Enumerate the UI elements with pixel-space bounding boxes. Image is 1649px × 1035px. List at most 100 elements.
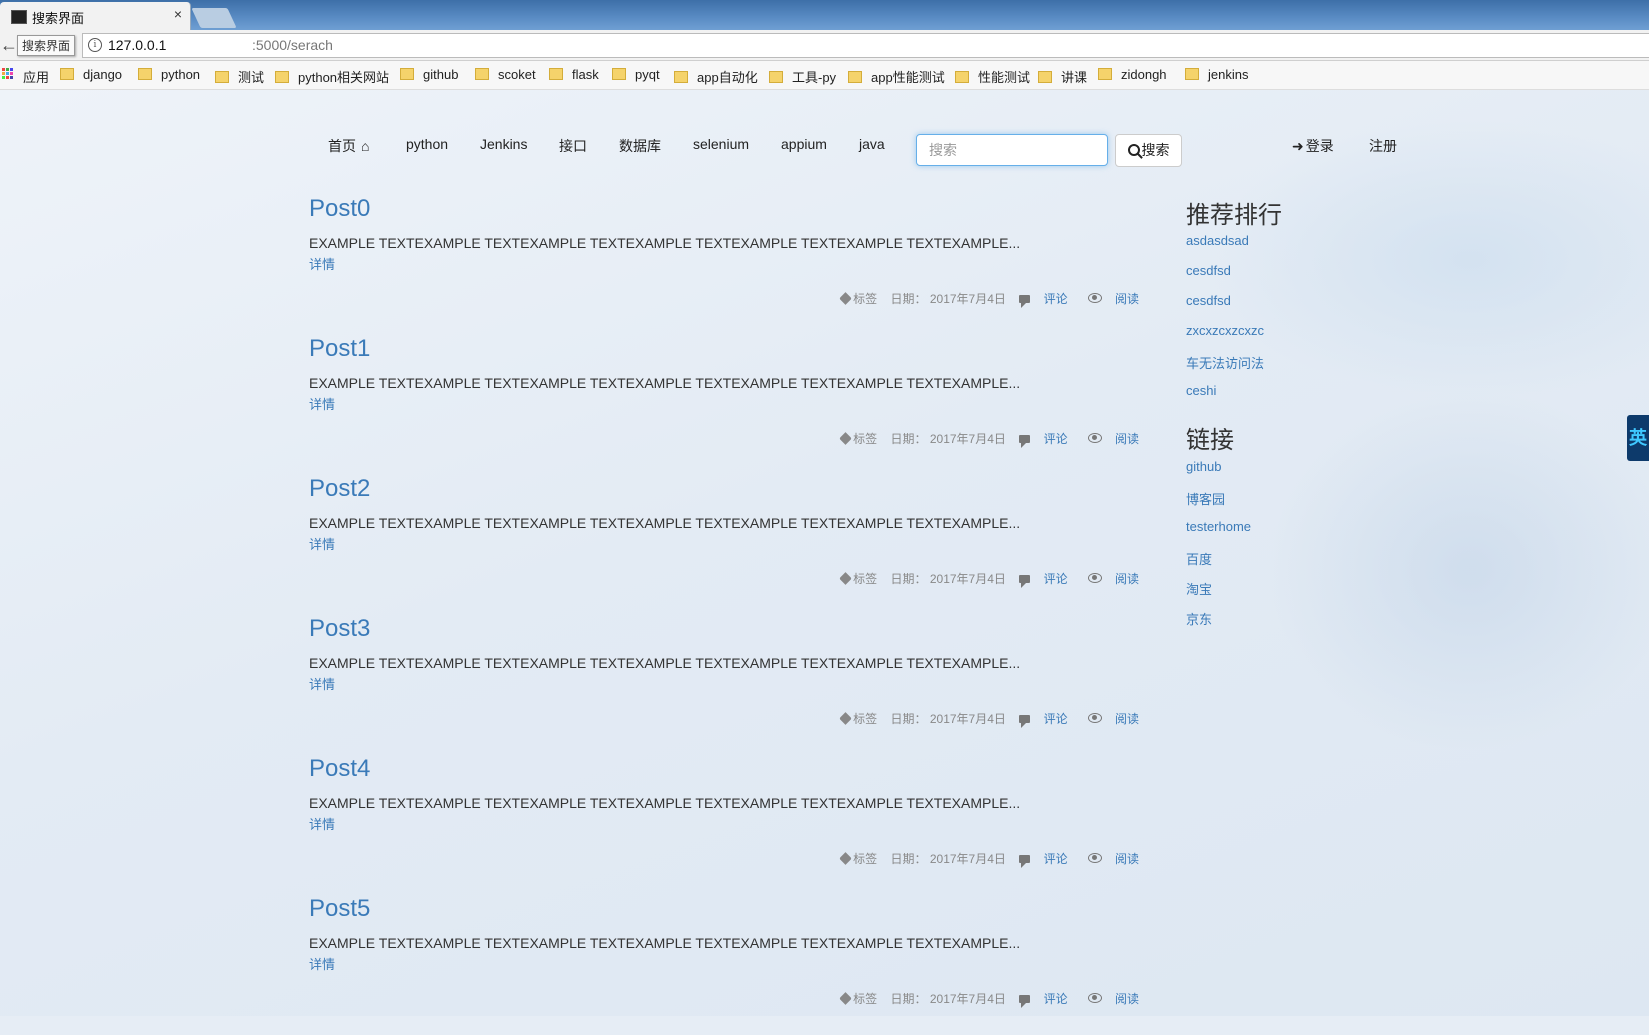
friend-link[interactable]: 京东 (1186, 609, 1212, 628)
post-read-link[interactable]: 阅读 (1115, 430, 1139, 447)
tag-icon (839, 292, 853, 305)
post-tag: 标签 (853, 292, 878, 306)
post-read-link[interactable]: 阅读 (1115, 850, 1139, 867)
bookmark-pyqt[interactable]: pyqt (612, 67, 660, 82)
post-comment-link[interactable]: 评论 (1044, 430, 1068, 447)
apps-grid-icon[interactable] (2, 68, 14, 80)
bookmark-zidongh[interactable]: zidongh (1098, 67, 1167, 82)
post-meta: 标签 日期： 2017年7月4日 评论 阅读 (839, 850, 1139, 868)
ime-language-indicator[interactable]: 英 (1627, 415, 1649, 461)
post-comment-link[interactable]: 评论 (1044, 570, 1068, 587)
eye-icon (1087, 293, 1102, 303)
friend-link[interactable]: testerhome (1186, 519, 1251, 534)
post-meta: 标签 日期： 2017年7月4日 评论 阅读 (839, 430, 1139, 448)
bookmarks-bar: 应用 django python 测试 python相关网站 github sc… (0, 61, 1649, 90)
post-comment-link[interactable]: 评论 (1044, 710, 1068, 727)
new-tab-button[interactable] (191, 8, 237, 28)
tag-icon (839, 572, 853, 585)
tab-close-icon[interactable]: × (174, 6, 182, 22)
bookmark-test[interactable]: 测试 (215, 67, 264, 86)
post-tag: 标签 (853, 852, 878, 866)
post-detail-link[interactable]: 详情 (309, 954, 335, 973)
post-detail-link[interactable]: 详情 (309, 254, 335, 273)
post-excerpt: EXAMPLE TEXTEXAMPLE TEXTEXAMPLE TEXTEXAM… (309, 375, 1021, 391)
post-comment-link[interactable]: 评论 (1044, 290, 1068, 307)
ranking-link[interactable]: zxcxzcxzcxzc (1186, 323, 1264, 338)
post-meta: 标签 日期： 2017年7月4日 评论 阅读 (839, 290, 1139, 308)
bookmark-app-automation[interactable]: app自动化 (674, 67, 758, 86)
post-detail-link[interactable]: 详情 (309, 674, 335, 693)
post-meta: 标签 日期： 2017年7月4日 评论 阅读 (839, 570, 1139, 588)
post-title[interactable]: Post5 (309, 895, 370, 923)
post-title[interactable]: Post3 (309, 615, 370, 643)
post-item: Post5 EXAMPLE TEXTEXAMPLE TEXTEXAMPLE TE… (309, 895, 1139, 1035)
nav-java[interactable]: java (859, 136, 885, 152)
post-title[interactable]: Post0 (309, 195, 370, 223)
info-icon[interactable]: i (88, 38, 102, 52)
tag-icon (839, 712, 853, 725)
bookmark-jenkins[interactable]: jenkins (1185, 67, 1248, 82)
ranking-link[interactable]: cesdfsd (1186, 293, 1231, 308)
post-tag: 标签 (853, 992, 878, 1006)
bookmark-app-perf[interactable]: app性能测试 (848, 67, 945, 86)
post-read-link[interactable]: 阅读 (1115, 290, 1139, 307)
bookmark-apps[interactable]: 应用 (23, 67, 49, 86)
nav-appium[interactable]: appium (781, 136, 827, 152)
folder-icon (612, 68, 626, 80)
ranking-link[interactable]: 车无法访问法 (1186, 353, 1264, 372)
friend-link[interactable]: 百度 (1186, 549, 1212, 568)
nav-home[interactable]: 首页 ⌂ (328, 136, 369, 156)
nav-selenium[interactable]: selenium (693, 136, 749, 152)
post-title[interactable]: Post2 (309, 475, 370, 503)
post-detail-link[interactable]: 详情 (309, 534, 335, 553)
tag-icon (839, 852, 853, 865)
friend-link[interactable]: 博客园 (1186, 489, 1225, 508)
bookmark-github[interactable]: github (400, 67, 458, 82)
search-button[interactable]: 搜索 (1115, 134, 1182, 167)
post-read-link[interactable]: 阅读 (1115, 710, 1139, 727)
bookmark-scoket[interactable]: scoket (475, 67, 536, 82)
post-excerpt: EXAMPLE TEXTEXAMPLE TEXTEXAMPLE TEXTEXAM… (309, 515, 1021, 531)
login-link[interactable]: ➜ 登录 (1292, 136, 1334, 156)
post-comment-link[interactable]: 评论 (1044, 990, 1068, 1007)
ranking-link[interactable]: asdasdsad (1186, 233, 1249, 248)
eye-icon (1087, 573, 1102, 583)
tag-icon (839, 992, 853, 1005)
url-host: 127.0.0.1 (108, 37, 167, 53)
nav-jenkins[interactable]: Jenkins (480, 136, 527, 152)
post-detail-link[interactable]: 详情 (309, 814, 335, 833)
bookmark-tools-py[interactable]: 工具-py (769, 67, 836, 86)
bookmark-lecture[interactable]: 讲课 (1038, 67, 1087, 86)
folder-icon (549, 68, 563, 80)
tag-icon (839, 432, 853, 445)
bookmark-flask[interactable]: flask (549, 67, 599, 82)
nav-api[interactable]: 接口 (559, 136, 587, 156)
post-meta: 标签 日期： 2017年7月4日 评论 阅读 (839, 990, 1139, 1008)
nav-database[interactable]: 数据库 (619, 136, 661, 156)
back-arrow-icon[interactable]: ← (0, 35, 18, 56)
browser-tab-active[interactable]: 搜索界面 × (0, 2, 191, 30)
search-input[interactable] (916, 134, 1108, 166)
ranking-link[interactable]: cesdfsd (1186, 263, 1231, 278)
post-read-link[interactable]: 阅读 (1115, 570, 1139, 587)
bookmark-python[interactable]: python (138, 67, 200, 82)
post-title[interactable]: Post4 (309, 755, 370, 783)
register-link[interactable]: 注册 (1369, 136, 1397, 156)
bookmark-python-sites[interactable]: python相关网站 (275, 67, 389, 86)
nav-python[interactable]: python (406, 136, 448, 152)
comment-icon (1019, 435, 1031, 448)
folder-icon (1038, 71, 1052, 83)
bookmark-django[interactable]: django (60, 67, 122, 82)
bookmark-perf[interactable]: 性能测试 (955, 67, 1030, 86)
post-comment-link[interactable]: 评论 (1044, 850, 1068, 867)
address-bar[interactable]: i 127.0.0.1 :5000/serach (82, 33, 1649, 58)
post-title[interactable]: Post1 (309, 335, 370, 363)
post-date: 日期： 2017年7月4日 (890, 712, 1006, 726)
friend-link[interactable]: 淘宝 (1186, 579, 1212, 598)
friend-link[interactable]: github (1186, 459, 1221, 474)
folder-icon (674, 71, 688, 83)
post-detail-link[interactable]: 详情 (309, 394, 335, 413)
ranking-link[interactable]: ceshi (1186, 383, 1216, 398)
comment-icon (1019, 715, 1031, 728)
post-read-link[interactable]: 阅读 (1115, 990, 1139, 1007)
